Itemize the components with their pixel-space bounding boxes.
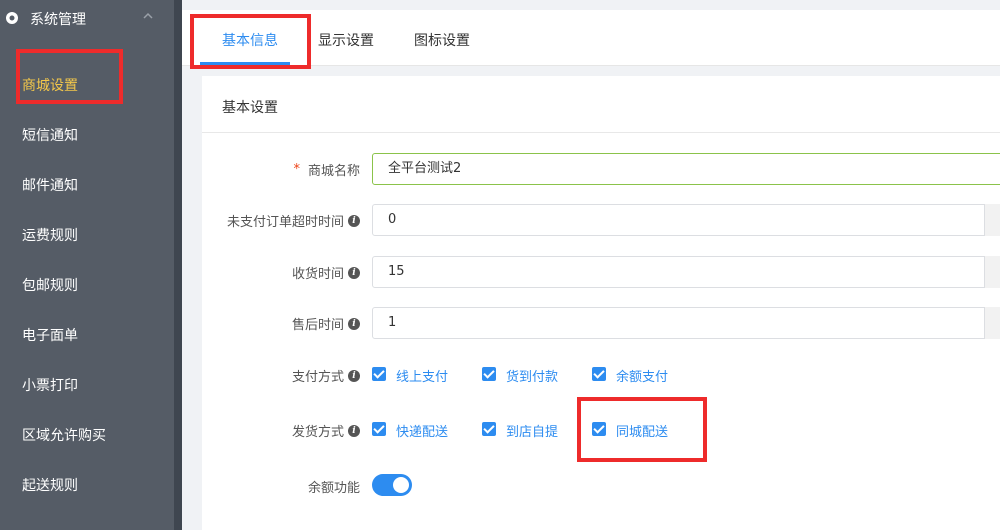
express-delivery-checkbox[interactable] <box>372 422 386 436</box>
sidebar-item-email-notice[interactable]: 邮件通知 <box>0 160 174 210</box>
info-icon[interactable]: i <box>348 266 360 279</box>
receive-time-input[interactable]: 15 <box>372 256 1000 288</box>
receive-time-addon <box>984 256 1000 288</box>
required-mark: * <box>293 162 300 177</box>
store-pickup-checkbox[interactable] <box>482 422 496 436</box>
express-delivery-label[interactable]: 快递配送 <box>396 421 448 440</box>
sidebar-section-header[interactable]: 系统管理 <box>0 0 174 40</box>
info-icon[interactable]: i <box>348 317 360 330</box>
online-payment-checkbox[interactable] <box>372 367 386 381</box>
after-sale-time-label: 售后时间 i <box>292 314 360 333</box>
info-icon[interactable]: i <box>348 369 360 382</box>
sidebar-item-min-order-rules[interactable]: 起送规则 <box>0 460 174 510</box>
sidebar-section-title: 系统管理 <box>30 12 86 28</box>
unpaid-timeout-addon <box>984 204 1000 236</box>
basic-settings-card: 基本设置 <box>202 76 1000 530</box>
info-icon[interactable]: i <box>348 214 360 227</box>
unpaid-timeout-label-text: 未支付订单超时时间 <box>226 215 344 230</box>
sidebar-item-label: 区域允许购买 <box>22 428 106 444</box>
after-sale-time-label-text: 售后时间 <box>291 318 344 333</box>
sidebar-item-label: 运费规则 <box>22 228 78 244</box>
gear-icon <box>6 12 18 24</box>
payment-method-label-text: 支付方式 <box>291 370 344 385</box>
sidebar: 系统管理 商城设置 短信通知 邮件通知 运费规则 包邮规则 电子面单 小票打印 … <box>0 0 174 530</box>
balance-function-label: 余额功能 <box>308 477 360 496</box>
shop-name-label: * 商城名称 <box>293 160 360 179</box>
after-sale-time-addon <box>984 307 1000 339</box>
sidebar-item-free-shipping-rules[interactable]: 包邮规则 <box>0 260 174 310</box>
card-title: 基本设置 <box>222 100 278 116</box>
tab-bar: 基本信息 显示设置 图标设置 <box>182 10 1000 66</box>
same-city-delivery-checkbox[interactable] <box>592 422 606 436</box>
sidebar-item-label: 起送规则 <box>22 478 78 494</box>
sidebar-item-e-waybill[interactable]: 电子面单 <box>0 310 174 360</box>
tab-icon-settings[interactable]: 图标设置 <box>414 30 470 50</box>
online-payment-label[interactable]: 线上支付 <box>396 366 448 385</box>
sidebar-item-shop-settings[interactable]: 商城设置 <box>0 60 174 110</box>
balance-payment-label[interactable]: 余额支付 <box>616 366 668 385</box>
receive-time-label: 收货时间 i <box>292 263 360 282</box>
chevron-up-icon[interactable] <box>142 10 154 22</box>
cash-on-delivery-checkbox[interactable] <box>482 367 496 381</box>
same-city-delivery-label[interactable]: 同城配送 <box>616 421 668 440</box>
shop-name-input[interactable]: 全平台测试2 <box>372 153 1000 185</box>
balance-payment-checkbox[interactable] <box>592 367 606 381</box>
sidebar-item-label: 包邮规则 <box>22 278 78 294</box>
tab-basic-info[interactable]: 基本信息 <box>222 30 278 50</box>
sidebar-item-label: 短信通知 <box>22 128 78 144</box>
cash-on-delivery-label[interactable]: 货到付款 <box>506 366 558 385</box>
unpaid-timeout-label: 未支付订单超时时间 i <box>227 211 360 230</box>
sidebar-item-sms-notice[interactable]: 短信通知 <box>0 110 174 160</box>
sidebar-item-freight-rules[interactable]: 运费规则 <box>0 210 174 260</box>
delivery-method-label: 发货方式 i <box>292 421 360 440</box>
tab-display-settings[interactable]: 显示设置 <box>318 30 374 50</box>
unpaid-timeout-input[interactable]: 0 <box>372 204 1000 236</box>
card-header: 基本设置 <box>202 76 1000 133</box>
payment-method-label: 支付方式 i <box>292 366 360 385</box>
sidebar-divider <box>174 0 182 530</box>
active-tab-indicator <box>200 62 290 65</box>
delivery-method-label-text: 发货方式 <box>291 425 344 440</box>
balance-function-toggle[interactable] <box>372 474 412 496</box>
info-icon[interactable]: i <box>348 424 360 437</box>
balance-function-label-text: 余额功能 <box>307 481 360 496</box>
store-pickup-label[interactable]: 到店自提 <box>506 421 558 440</box>
sidebar-item-receipt-print[interactable]: 小票打印 <box>0 360 174 410</box>
receive-time-label-text: 收货时间 <box>291 267 344 282</box>
sidebar-item-region-purchase[interactable]: 区域允许购买 <box>0 410 174 460</box>
sidebar-item-label: 邮件通知 <box>22 178 78 194</box>
sidebar-item-label: 商城设置 <box>22 78 78 94</box>
sidebar-item-label: 电子面单 <box>22 328 78 344</box>
sidebar-item-label: 小票打印 <box>22 378 78 394</box>
after-sale-time-input[interactable]: 1 <box>372 307 1000 339</box>
shop-name-label-text: 商城名称 <box>307 164 360 179</box>
